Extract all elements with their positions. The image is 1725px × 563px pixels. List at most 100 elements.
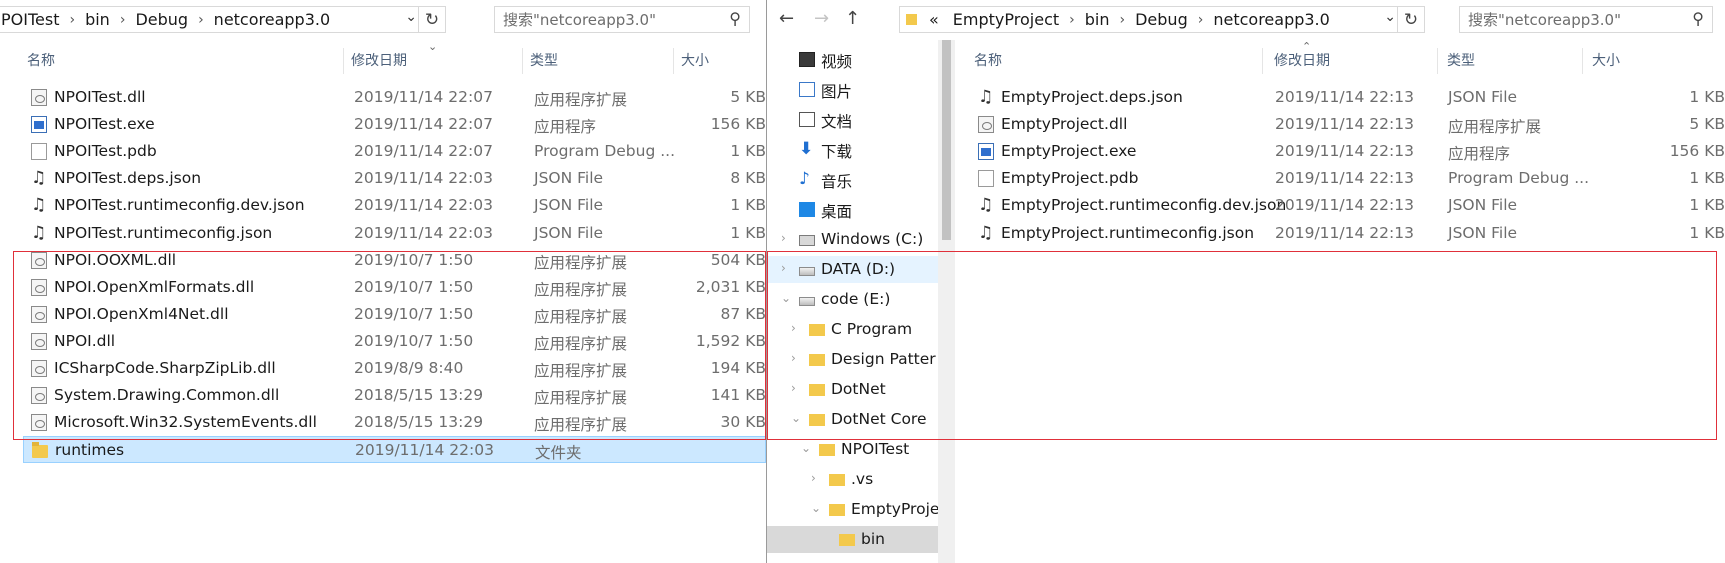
back-button[interactable]: ← [779,8,794,29]
nav-item[interactable]: › C Program [767,316,938,343]
breadcrumb-emptyproject[interactable]: EmptyProject [945,10,1067,29]
chevron-down-icon[interactable]: ⌄ [405,9,417,25]
file-row[interactable]: System.Drawing.Common.dll 2018/5/15 13:29… [0,382,766,409]
file-row[interactable]: ♫ NPOITest.runtimeconfig.dev.json 2019/11/… [0,192,766,219]
nav-item[interactable]: ♪ 音乐 [767,166,938,193]
file-size: 87 KB [720,304,766,323]
nav-item[interactable]: ⌄ NPOITest [767,436,938,463]
column-type[interactable]: 类型 [1447,50,1475,70]
file-row[interactable]: NPOI.OOXML.dll 2019/10/7 1:50 应用程序扩展 504 KB [0,247,766,274]
column-divider[interactable] [522,48,523,74]
file-row[interactable]: NPOITest.pdb 2019/11/14 22:07 Program Debu… [0,138,766,165]
chevron-down-icon[interactable]: ⌄ [791,411,801,425]
nav-item[interactable]: 文档 [767,106,938,133]
search-input[interactable]: 搜索"netcoreapp3.0" ⚲ [1459,6,1713,33]
breadcrumb-debug[interactable]: Debug [1127,10,1196,29]
file-row[interactable]: runtimes 2019/11/14 22:03 文件夹 [23,436,766,464]
navigation-scrollbar[interactable] [938,40,955,563]
column-divider[interactable] [1437,48,1438,74]
search-icon[interactable]: ⚲ [729,9,741,28]
chevron-right-icon[interactable]: › [196,12,206,28]
file-type: JSON File [1448,88,1518,106]
file-row[interactable]: NPOITest.exe 2019/11/14 22:07 应用程序 156 KB [0,111,766,138]
file-row[interactable]: ICSharpCode.SharpZipLib.dll 2019/8/9 8:40… [0,355,766,382]
file-row[interactable]: ♫ EmptyProject.runtimeconfig.dev.json 2019… [955,192,1725,219]
file-row[interactable]: EmptyProject.dll 2019/11/14 22:13 应用程序扩展 5 … [955,111,1725,138]
chevron-right-icon[interactable]: › [791,351,796,365]
chevron-right-icon[interactable]: › [811,471,816,485]
nav-item[interactable]: 桌面 [767,196,938,223]
file-row[interactable]: NPOI.OpenXmlFormats.dll 2019/10/7 1:50 应用程… [0,274,766,301]
nav-item[interactable]: ⬇ 下载 [767,136,938,163]
column-type[interactable]: 类型 [530,50,558,70]
column-divider[interactable] [343,48,344,74]
column-size[interactable]: 大小 [1592,50,1620,70]
breadcrumb-netcoreapp[interactable]: netcoreapp3.0 [1205,10,1337,29]
nav-item[interactable]: 视频 [767,46,938,73]
nav-item[interactable]: › Windows (C:) [767,226,938,253]
file-row[interactable]: Microsoft.Win32.SystemEvents.dll 2018/5/1… [0,409,766,436]
breadcrumb-netcoreapp[interactable]: netcoreapp3.0 [206,10,338,29]
column-divider[interactable] [673,48,674,74]
column-size[interactable]: 大小 [681,50,709,70]
chevron-right-icon[interactable]: › [1118,12,1128,28]
file-date: 2019/11/14 22:13 [1275,88,1414,106]
address-bar[interactable]: POITest › bin › Debug › netcoreapp3.0 ⌄ … [0,6,446,33]
nav-item[interactable]: › DATA (D:) [767,256,938,283]
nav-item[interactable]: › Design Patter [767,346,938,373]
nav-item[interactable]: bin [767,526,938,553]
breadcrumb-npoitest[interactable]: POITest [0,10,67,29]
file-row[interactable]: ♫ EmptyProject.deps.json 2019/11/14 22:13 J… [955,84,1725,111]
chevron-right-icon[interactable]: › [1196,12,1206,28]
refresh-icon[interactable]: ↻ [1397,7,1424,32]
forward-button[interactable]: → [814,8,829,29]
file-row[interactable]: ♫ EmptyProject.runtimeconfig.json 2019/11/… [955,220,1725,247]
column-date[interactable]: 修改日期 [351,50,407,70]
nav-item[interactable]: ⌄ code (E:) [767,286,938,313]
up-button[interactable]: ↑ [845,8,860,29]
address-bar[interactable]: « EmptyProject › bin › Debug › netcoreap… [899,6,1425,33]
breadcrumb-bin[interactable]: bin [77,10,118,29]
chevron-down-icon[interactable]: ⌄ [811,501,821,515]
search-icon[interactable]: ⚲ [1692,9,1704,28]
refresh-icon[interactable]: ↻ [418,7,445,32]
file-row[interactable]: NPOITest.dll 2019/11/14 22:07 应用程序扩展 5 KB [0,84,766,111]
file-row[interactable]: EmptyProject.pdb 2019/11/14 22:13 Program … [955,165,1725,192]
scrollbar-thumb[interactable] [942,40,951,240]
chevron-right-icon[interactable]: › [781,231,786,245]
nav-item[interactable]: 图片 [767,76,938,103]
file-row[interactable]: NPOI.dll 2019/10/7 1:50 应用程序扩展 1,592 KB [0,328,766,355]
nav-item[interactable]: › DotNet [767,376,938,403]
chevron-down-icon[interactable]: ⌄ [801,441,811,455]
right-explorer-window: ← → ↑ « EmptyProject › bin › Debug › net… [767,0,1725,563]
nav-item[interactable]: › .vs [767,466,938,493]
column-divider[interactable] [1582,48,1583,74]
file-row[interactable]: ♫ NPOITest.deps.json 2019/11/14 22:03 JSON … [0,165,766,192]
chevron-down-icon[interactable]: ⌄ [1384,9,1396,25]
breadcrumb-debug[interactable]: Debug [127,10,196,29]
chevron-right-icon[interactable]: › [1067,12,1077,28]
nav-item[interactable]: ⌄ EmptyProje [767,496,939,523]
desk-icon [799,202,815,217]
breadcrumb-overflow[interactable]: « [923,10,945,29]
search-placeholder: 搜索"netcoreapp3.0" [1468,11,1621,29]
nav-item[interactable]: ⌄ DotNet Core [767,406,938,433]
chevron-right-icon[interactable]: › [791,321,796,335]
chevron-down-icon[interactable]: ⌄ [781,291,791,305]
column-name[interactable]: 名称 [27,50,55,70]
chevron-right-icon[interactable]: › [791,381,796,395]
file-size: 30 KB [720,413,766,432]
file-row[interactable]: NPOI.OpenXml4Net.dll 2019/10/7 1:50 应用程序扩展… [0,301,766,328]
column-divider[interactable] [1262,48,1263,74]
file-row[interactable]: EmptyProject.exe 2019/11/14 22:13 应用程序 156 … [955,138,1725,165]
file-type: 应用程序扩展 [534,389,628,408]
chevron-right-icon[interactable]: › [118,12,128,28]
search-input[interactable]: 搜索"netcoreapp3.0" ⚲ [494,6,750,33]
column-date[interactable]: 修改日期 [1274,50,1330,70]
breadcrumb-bin[interactable]: bin [1077,10,1118,29]
chevron-right-icon[interactable]: › [67,12,77,28]
file-row[interactable]: ♫ NPOITest.runtimeconfig.json 2019/11/14 2… [0,220,766,247]
column-name[interactable]: 名称 [974,50,1002,70]
file-size: 1 KB [730,142,766,161]
chevron-right-icon[interactable]: › [781,261,786,275]
